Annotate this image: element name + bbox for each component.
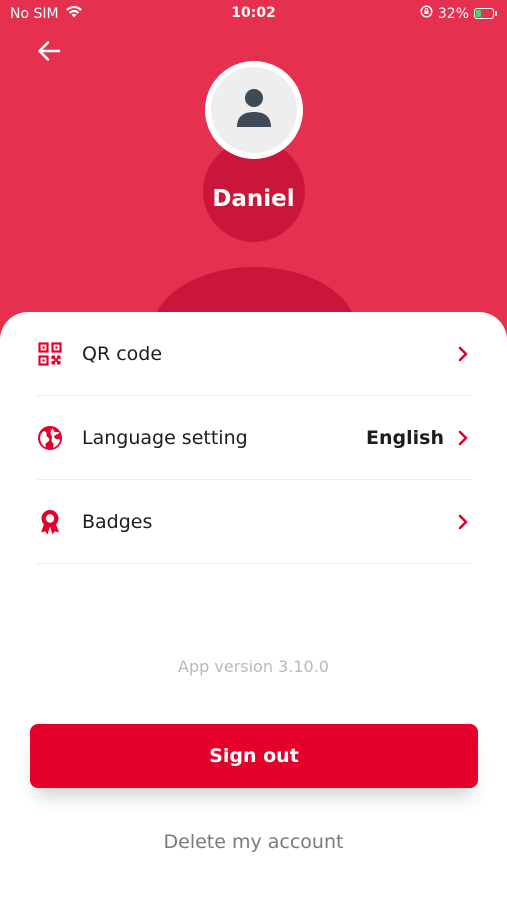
status-right: 32% xyxy=(420,5,497,22)
sign-out-button[interactable]: Sign out xyxy=(30,724,478,788)
avatar-image xyxy=(211,67,297,153)
chevron-right-icon xyxy=(456,345,470,363)
settings-menu: QR code Language setting English Badges xyxy=(37,312,472,564)
profile-screen: No SIM 10:02 32% Daniel QR code Language… xyxy=(0,0,507,900)
menu-item-label: Badges xyxy=(82,510,153,533)
language-value: English xyxy=(366,426,444,449)
chevron-right-icon xyxy=(456,513,470,531)
status-bar: No SIM 10:02 32% xyxy=(0,0,507,28)
profile-header: No SIM 10:02 32% Daniel xyxy=(0,0,507,345)
person-icon xyxy=(234,87,274,133)
back-button[interactable] xyxy=(34,38,64,68)
qr-code-icon xyxy=(37,341,63,367)
menu-item-label: QR code xyxy=(82,342,163,365)
menu-item-badges[interactable]: Badges xyxy=(37,480,472,564)
globe-icon xyxy=(37,425,63,451)
menu-item-language-setting[interactable]: Language setting English xyxy=(37,396,472,480)
app-version: App version 3.10.0 xyxy=(178,657,329,676)
chevron-right-icon xyxy=(456,429,470,447)
orientation-lock-icon xyxy=(420,5,433,22)
settings-sheet: QR code Language setting English Badges … xyxy=(0,312,507,900)
battery-percent: 32% xyxy=(437,5,469,22)
user-name: Daniel xyxy=(212,186,295,212)
delete-account-link[interactable]: Delete my account xyxy=(0,831,507,853)
battery-charging-icon xyxy=(474,8,494,19)
badge-ribbon-icon xyxy=(37,509,63,535)
arrow-left-icon xyxy=(37,40,61,66)
battery-tip xyxy=(495,11,497,16)
menu-item-label: Language setting xyxy=(82,426,248,449)
avatar[interactable] xyxy=(205,61,303,159)
menu-item-qr-code[interactable]: QR code xyxy=(37,312,472,396)
battery-level-fill xyxy=(476,10,482,17)
